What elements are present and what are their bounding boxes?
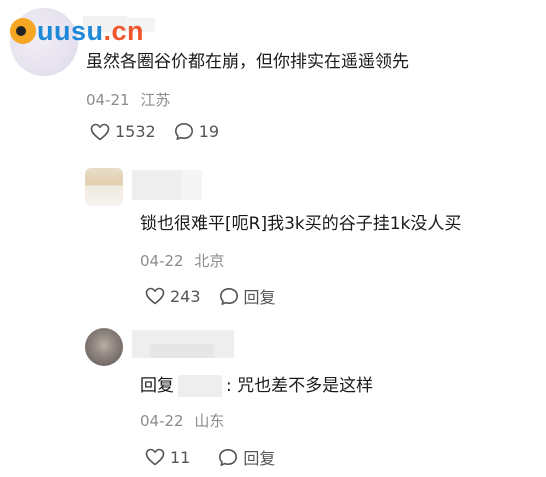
like-count: 1532 xyxy=(115,122,156,141)
reply-location: 山东 xyxy=(194,412,225,430)
reply-label: 回复 xyxy=(243,449,276,468)
reply-meta: 04-22 山东 xyxy=(140,410,224,431)
like-button[interactable]: 11 xyxy=(145,448,190,467)
avatar[interactable] xyxy=(85,328,123,366)
watermark-logo: uusu .cn xyxy=(10,13,144,49)
reply-button[interactable]: 回复 xyxy=(219,284,276,308)
comment-thread: uusu .cn 虽然各圈谷价都在崩，但你排实在遥遥领先 04-21 江苏 15… xyxy=(0,0,546,477)
comment-body: 虽然各圈谷价都在崩，但你排实在遥遥领先 xyxy=(86,52,409,72)
reply-date: 04-22 xyxy=(140,412,184,430)
reply-actions: 243 回复 xyxy=(145,284,276,308)
like-button[interactable]: 243 xyxy=(145,287,201,306)
like-count: 11 xyxy=(170,447,191,467)
logo-domain: .cn xyxy=(103,15,145,46)
heart-outline-icon xyxy=(90,123,110,140)
mention-redacted[interactable] xyxy=(178,375,222,397)
heart-outline-icon xyxy=(145,287,165,305)
speech-bubble-icon xyxy=(219,287,238,305)
reply-location: 北京 xyxy=(194,252,225,270)
reply-meta: 04-22 北京 xyxy=(140,250,224,271)
comment-meta: 04-21 江苏 xyxy=(86,89,170,110)
username-redacted xyxy=(182,170,202,200)
comment-count: 19 xyxy=(198,122,220,141)
speech-bubble-icon xyxy=(174,123,193,140)
speech-bubble-icon xyxy=(219,448,238,466)
like-count: 243 xyxy=(170,286,201,306)
comment-location: 江苏 xyxy=(140,91,171,109)
logo-mascot-icon xyxy=(10,18,36,44)
comment-button[interactable]: 19 xyxy=(174,122,219,141)
username-redacted xyxy=(132,170,182,200)
comment-date: 04-21 xyxy=(86,91,130,109)
reply-prefix: 回复 xyxy=(140,376,174,396)
reply-date: 04-22 xyxy=(140,252,184,270)
logo-text: uusu xyxy=(37,15,104,46)
reply-text: : 咒也差不多是这样 xyxy=(226,376,374,396)
reply-body: 回复 : 咒也差不多是这样 xyxy=(140,371,373,397)
avatar[interactable] xyxy=(85,168,123,206)
heart-outline-icon xyxy=(145,448,165,466)
comment-actions: 1532 19 xyxy=(90,122,219,141)
username-redacted xyxy=(150,344,214,358)
reply-actions: 11 回复 xyxy=(145,445,275,469)
reply-label: 回复 xyxy=(243,288,276,307)
reply-body: 锁也很难平[呃R]我3k买的谷子挂1k没人买 xyxy=(140,214,462,234)
reply-button[interactable]: 回复 xyxy=(218,445,275,469)
like-button[interactable]: 1532 xyxy=(90,122,156,141)
